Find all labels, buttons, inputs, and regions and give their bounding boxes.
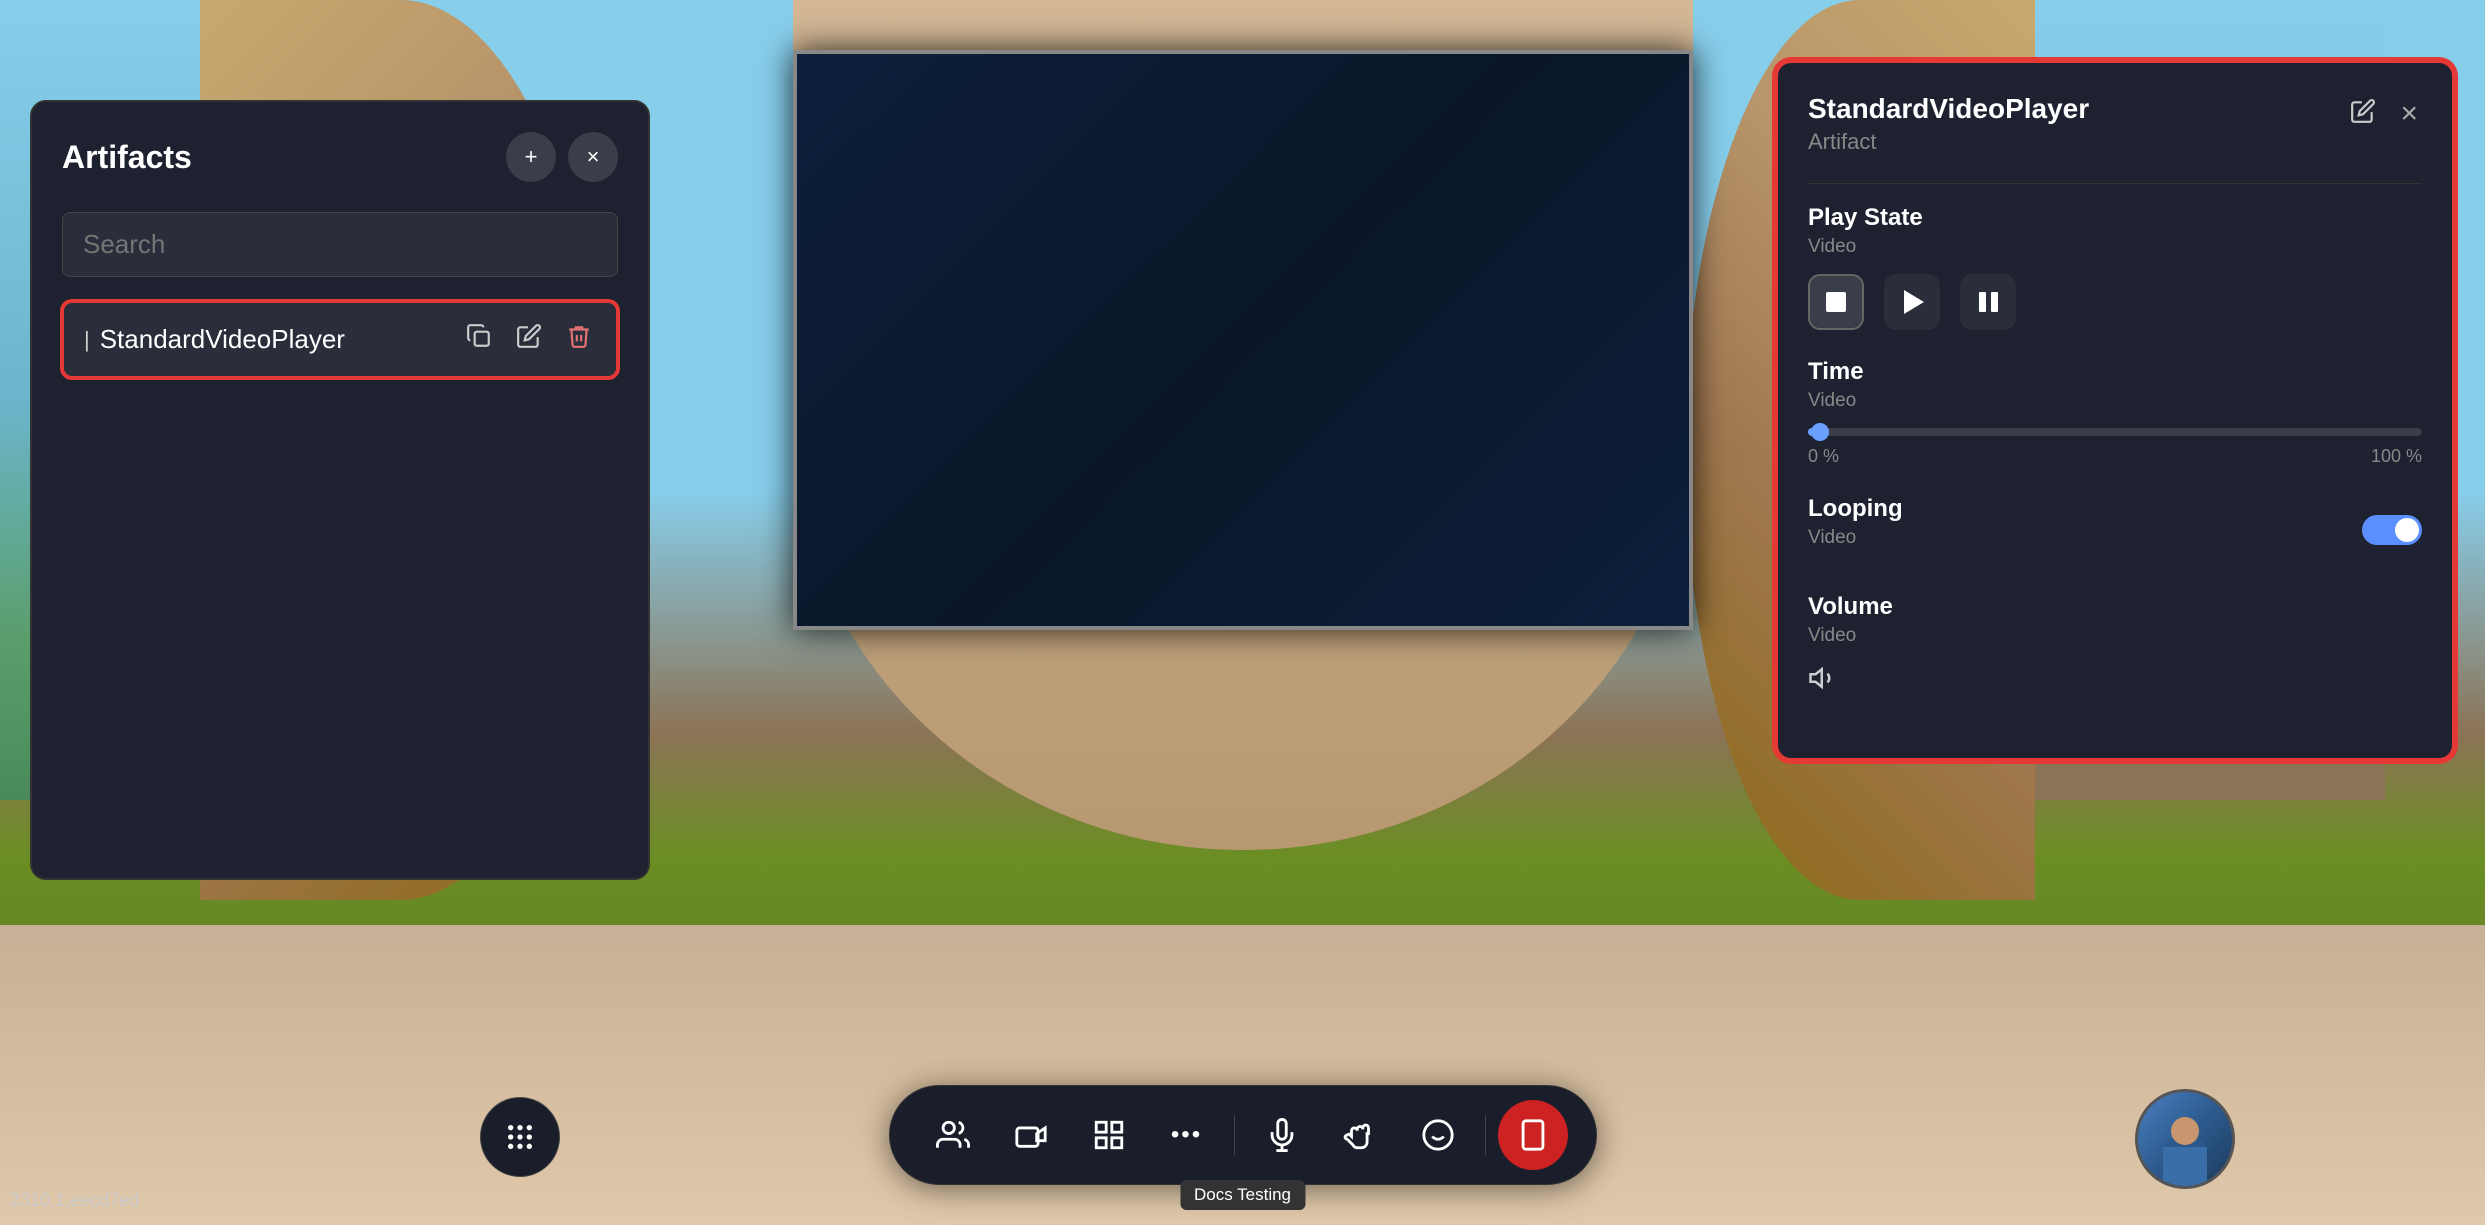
search-container — [62, 212, 618, 277]
time-slider-container: 0 % 100 % — [1808, 428, 2422, 467]
pause-icon — [1979, 292, 1998, 312]
volume-icon — [1808, 663, 2422, 700]
looping-toggle-row: Looping Video — [1808, 495, 2422, 565]
play-state-title: Play State — [1808, 204, 2422, 232]
video-screen-inner — [797, 54, 1689, 626]
video-player-panel: StandardVideoPlayer Artifact × Play Stat… — [1775, 60, 2455, 761]
play-controls — [1808, 274, 2422, 330]
header-divider — [1808, 183, 2422, 184]
people-button[interactable] — [918, 1100, 988, 1170]
looping-toggle[interactable] — [2362, 515, 2422, 545]
pause-bar-2 — [1991, 292, 1998, 312]
slider-max-label: 100 % — [2371, 446, 2422, 467]
toolbar-separator-1 — [1234, 1115, 1235, 1155]
slider-thumb — [1811, 423, 1829, 441]
emoji-button[interactable] — [1403, 1100, 1473, 1170]
video-screen — [793, 50, 1693, 630]
toggle-knob — [2395, 518, 2419, 542]
edit-video-player-button[interactable] — [2346, 94, 2380, 135]
slider-min-label: 0 % — [1808, 446, 1839, 467]
looping-subtitle: Video — [1808, 527, 1903, 549]
stop-button[interactable] — [1808, 274, 1864, 330]
vp-header-actions: × — [2346, 93, 2422, 135]
play-icon — [1904, 290, 1924, 314]
close-artifacts-button[interactable]: × — [568, 132, 618, 182]
version-text: 2310.1.eecd7ed — [10, 1190, 139, 1211]
artifacts-header: Artifacts + × — [62, 132, 618, 182]
slider-labels: 0 % 100 % — [1808, 446, 2422, 467]
looping-section: Looping Video — [1808, 495, 2422, 565]
edit-artifact-button[interactable] — [512, 319, 546, 360]
pause-bar-1 — [1979, 292, 1986, 312]
user-avatar — [2135, 1089, 2235, 1189]
vp-panel-header: StandardVideoPlayer Artifact × — [1808, 93, 2422, 155]
share-button[interactable] — [1498, 1100, 1568, 1170]
toolbar-separator-2 — [1485, 1115, 1486, 1155]
looping-text-group: Looping Video — [1808, 495, 1903, 565]
search-input[interactable] — [62, 212, 618, 277]
play-button[interactable] — [1884, 274, 1940, 330]
play-state-section: Play State Video — [1808, 204, 2422, 330]
camera-button[interactable] — [996, 1100, 1066, 1170]
more-button[interactable]: ••• — [1152, 1100, 1222, 1170]
artifact-list-item[interactable]: | StandardVideoPlayer — [62, 301, 618, 378]
volume-section: Volume Video — [1808, 593, 2422, 700]
close-video-player-button[interactable]: × — [2396, 93, 2422, 135]
grid-button[interactable] — [480, 1097, 560, 1177]
artifacts-panel: Artifacts + × | StandardVideoPlayer — [30, 100, 650, 880]
add-artifact-button[interactable]: + — [506, 132, 556, 182]
time-subtitle: Video — [1808, 390, 2422, 412]
pause-button[interactable] — [1960, 274, 2016, 330]
bottom-toolbar: ••• Docs Testing — [889, 1085, 1597, 1185]
vp-title-group: StandardVideoPlayer Artifact — [1808, 93, 2089, 155]
raise-hand-button[interactable] — [1325, 1100, 1395, 1170]
slider-track — [1808, 428, 2422, 436]
layout-button[interactable] — [1074, 1100, 1144, 1170]
looping-title: Looping — [1808, 495, 1903, 523]
volume-title: Volume — [1808, 593, 2422, 621]
play-state-subtitle: Video — [1808, 236, 2422, 258]
delete-artifact-button[interactable] — [562, 319, 596, 360]
artifacts-title: Artifacts — [62, 139, 192, 176]
time-title: Time — [1808, 358, 2422, 386]
toolbar-label: Docs Testing — [1180, 1180, 1305, 1210]
volume-subtitle: Video — [1808, 625, 2422, 647]
copy-artifact-button[interactable] — [462, 319, 496, 360]
vp-panel-subtitle: Artifact — [1808, 129, 2089, 155]
microphone-button[interactable] — [1247, 1100, 1317, 1170]
artifact-item-name: StandardVideoPlayer — [100, 324, 462, 355]
artifact-item-icons — [462, 319, 596, 360]
stop-icon — [1826, 292, 1846, 312]
vp-panel-title: StandardVideoPlayer — [1808, 93, 2089, 125]
artifacts-header-buttons: + × — [506, 132, 618, 182]
time-section: Time Video 0 % 100 % — [1808, 358, 2422, 467]
